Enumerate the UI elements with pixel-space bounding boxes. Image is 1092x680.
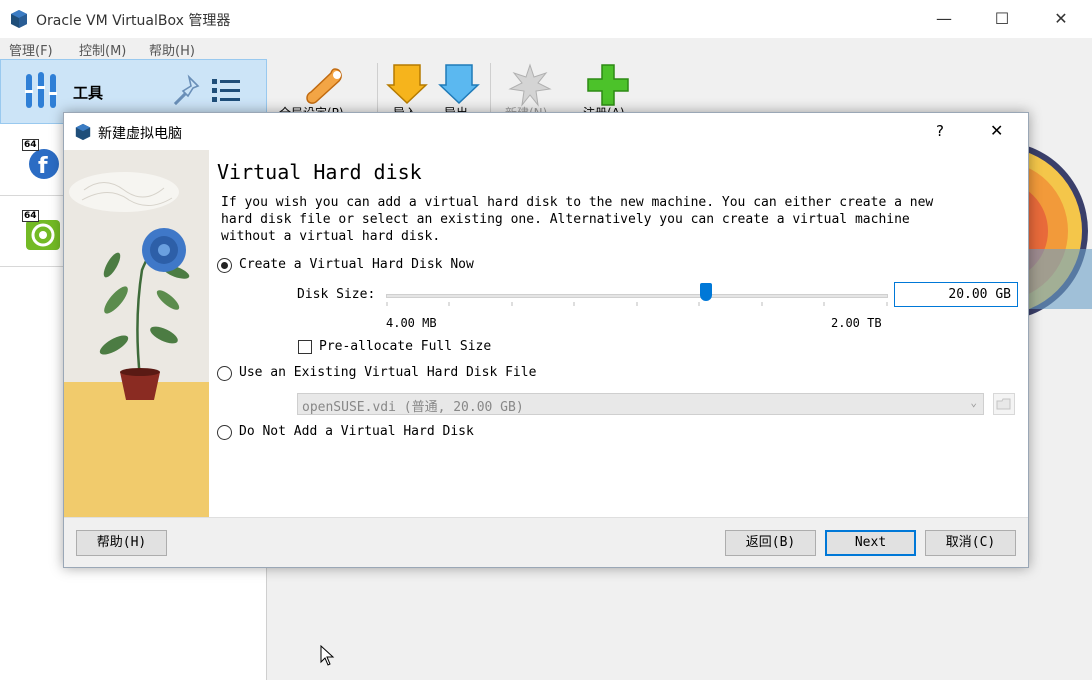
next-button[interactable]: Next xyxy=(825,530,916,556)
import-icon[interactable] xyxy=(386,63,428,107)
svg-text:f: f xyxy=(38,154,48,179)
dialog-help-button[interactable]: ? xyxy=(936,122,944,140)
menu-control[interactable]: 控制(M) xyxy=(79,40,126,59)
preallocate-label[interactable]: Pre-allocate Full Size xyxy=(319,339,491,354)
window-title: Oracle VM VirtualBox 管理器 xyxy=(36,13,231,29)
menu-help[interactable]: 帮助(H) xyxy=(149,40,195,59)
toolbar-divider xyxy=(490,63,491,115)
close-window-button[interactable]: ✕ xyxy=(1050,8,1072,30)
folder-icon xyxy=(996,398,1011,410)
dialog-footer: 帮助(H) 返回(B) Next 取消(C) xyxy=(64,517,1028,567)
page-heading: Virtual Hard disk xyxy=(217,160,422,184)
arch-badge: 64 xyxy=(22,139,39,151)
list-menu-icon[interactable] xyxy=(211,76,241,106)
create-disk-radio[interactable] xyxy=(217,258,232,273)
tools-icon xyxy=(25,72,57,108)
arch-badge: 64 xyxy=(22,210,39,222)
existing-disk-label[interactable]: Use an Existing Virtual Hard Disk File xyxy=(239,365,536,380)
help-button[interactable]: 帮助(H) xyxy=(76,530,167,556)
cancel-button[interactable]: 取消(C) xyxy=(925,530,1016,556)
no-disk-label[interactable]: Do Not Add a Virtual Hard Disk xyxy=(239,424,474,439)
disk-size-label: Disk Size: xyxy=(297,287,376,302)
minimize-button[interactable]: — xyxy=(933,8,955,30)
dialog-body: Virtual Hard disk If you wish you can ad… xyxy=(64,150,1028,517)
dialog-titlebar: 新建虚拟电脑 ? ✕ xyxy=(64,113,1028,150)
pin-icon[interactable] xyxy=(171,74,201,108)
dialog-close-button[interactable]: ✕ xyxy=(990,121,1003,140)
maximize-button[interactable]: ☐ xyxy=(991,8,1013,30)
slider-ticks xyxy=(386,302,888,306)
virtualbox-logo-icon xyxy=(11,10,27,28)
page-description: If you wish you can add a virtual hard d… xyxy=(221,195,934,244)
toolbar-divider xyxy=(377,63,378,115)
menu-bar: 管理(F) 控制(M) 帮助(H) xyxy=(0,38,1092,59)
global-settings-icon[interactable] xyxy=(295,65,345,109)
disk-size-slider-handle[interactable] xyxy=(700,283,712,301)
new-vm-dialog: 新建虚拟电脑 ? ✕ Virtual Hard disk If you wish… xyxy=(63,112,1029,568)
existing-disk-value: openSUSE.vdi (普通, 20.00 GB) xyxy=(302,400,524,415)
mouse-cursor-icon xyxy=(320,645,335,666)
disk-size-slider-track[interactable] xyxy=(386,294,888,298)
dialog-title: 新建虚拟电脑 xyxy=(98,126,182,142)
create-disk-label[interactable]: Create a Virtual Hard Disk Now xyxy=(239,257,474,272)
add-register-icon[interactable] xyxy=(586,63,630,107)
chevron-down-icon: ⌄ xyxy=(970,396,977,409)
preallocate-checkbox[interactable] xyxy=(298,340,312,354)
tools-label: 工具 xyxy=(73,84,104,102)
main-titlebar: Oracle VM VirtualBox 管理器 — ☐ ✕ xyxy=(0,0,1092,38)
back-button[interactable]: 返回(B) xyxy=(725,530,816,556)
slider-max-label: 2.00 TB xyxy=(831,316,882,330)
export-icon[interactable] xyxy=(438,63,480,107)
slider-min-label: 4.00 MB xyxy=(386,316,437,330)
existing-disk-select[interactable]: openSUSE.vdi (普通, 20.00 GB) ⌄ xyxy=(297,393,984,415)
choose-disk-button[interactable] xyxy=(993,393,1015,415)
menu-manage[interactable]: 管理(F) xyxy=(9,40,53,59)
existing-disk-radio[interactable] xyxy=(217,366,232,381)
disk-size-field[interactable]: 20.00 GB xyxy=(894,282,1018,307)
no-disk-radio[interactable] xyxy=(217,425,232,440)
virtualbox-logo-icon xyxy=(75,123,91,141)
wizard-illustration xyxy=(64,150,209,517)
new-vm-icon[interactable] xyxy=(508,63,552,107)
